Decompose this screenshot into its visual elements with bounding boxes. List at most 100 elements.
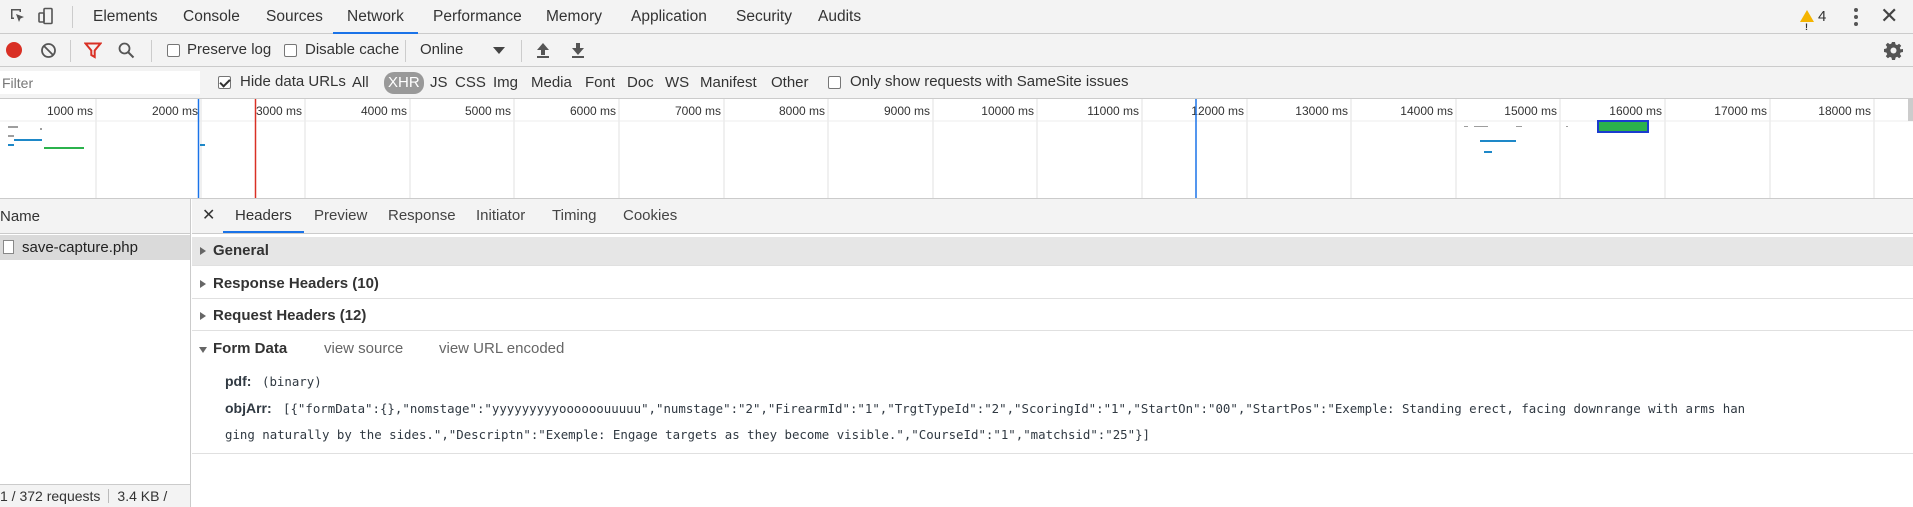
throttling-select[interactable]: Online: [420, 34, 463, 66]
section-title: General: [213, 242, 269, 259]
form-field-key: pdf:: [225, 373, 252, 389]
tab-application[interactable]: Application: [631, 0, 707, 33]
view-url-encoded-link[interactable]: view URL encoded: [439, 335, 564, 363]
search-icon[interactable]: [118, 42, 135, 59]
filter-type-manifest[interactable]: Manifest: [700, 72, 757, 94]
filter-type-css[interactable]: CSS: [455, 72, 486, 94]
tab-network[interactable]: Network: [333, 0, 418, 34]
tick-label: 18000 ms: [1818, 104, 1871, 118]
tab-memory[interactable]: Memory: [546, 0, 602, 33]
expand-arrow-icon: [200, 280, 206, 288]
collapse-arrow-icon: [199, 347, 207, 353]
request-bar: [1516, 126, 1522, 127]
tab-initiator[interactable]: Initiator: [476, 199, 525, 233]
request-row[interactable]: save-capture.php: [0, 235, 190, 260]
request-list: Name save-capture.php 1 / 372 requests 3.…: [0, 199, 191, 507]
filter-bar: Hide data URLs All XHR JS CSS Img Media …: [0, 67, 1913, 99]
filter-type-ws[interactable]: WS: [665, 72, 689, 94]
samesite-checkbox[interactable]: [828, 76, 841, 89]
section-response-headers[interactable]: Response Headers (10): [192, 270, 1913, 298]
record-icon[interactable]: [6, 42, 22, 58]
device-toolbar-icon[interactable]: [37, 7, 55, 25]
filter-type-js[interactable]: JS: [430, 72, 448, 94]
view-source-link[interactable]: view source: [324, 335, 403, 363]
tab-response[interactable]: Response: [388, 199, 456, 233]
warnings-counter[interactable]: 4: [1800, 0, 1827, 44]
tab-cookies[interactable]: Cookies: [623, 199, 677, 233]
inspect-element-icon[interactable]: [9, 7, 27, 25]
tick-label: 17000 ms: [1714, 104, 1767, 118]
disable-cache-checkbox[interactable]: [284, 44, 297, 57]
tab-elements[interactable]: Elements: [93, 0, 158, 33]
section-form-data[interactable]: Form Data view source view URL encoded: [192, 335, 1913, 363]
filter-type-all[interactable]: All: [352, 72, 369, 94]
section-title: Request Headers (12): [213, 307, 367, 324]
network-status-bar: 1 / 372 requests 3.4 KB /: [0, 484, 190, 507]
disable-cache-label[interactable]: Disable cache: [305, 41, 399, 58]
transferred-size: 3.4 KB /: [117, 488, 168, 504]
warnings-count: 4: [1818, 8, 1827, 25]
name-column-header[interactable]: Name: [0, 199, 190, 234]
toolbar-divider: [521, 40, 522, 62]
filter-type-font[interactable]: Font: [585, 72, 615, 94]
network-overview[interactable]: 1000 ms 2000 ms 3000 ms 4000 ms 5000 ms 6000 …: [0, 99, 1913, 199]
tab-performance[interactable]: Performance: [433, 0, 522, 33]
tab-headers[interactable]: Headers: [223, 199, 304, 233]
file-icon: [3, 240, 14, 254]
hide-data-urls-label[interactable]: Hide data URLs: [240, 73, 346, 90]
overview-scrollbar[interactable]: [1908, 99, 1913, 121]
tab-security[interactable]: Security: [736, 0, 792, 33]
clear-icon[interactable]: [40, 42, 57, 59]
more-options-icon[interactable]: [1853, 6, 1859, 28]
divider: [192, 298, 1913, 299]
filter-type-xhr[interactable]: XHR: [384, 72, 424, 94]
preserve-log-label[interactable]: Preserve log: [187, 41, 271, 58]
section-general[interactable]: General: [192, 237, 1913, 265]
toolbar-divider: [151, 40, 152, 62]
filter-type-other[interactable]: Other: [771, 72, 809, 94]
tab-sources[interactable]: Sources: [266, 0, 323, 33]
request-bar: [1474, 126, 1488, 127]
filter-input[interactable]: [0, 71, 200, 94]
request-bar: [8, 144, 14, 146]
expand-arrow-icon: [200, 312, 206, 320]
request-bar: [200, 144, 205, 146]
expand-arrow-icon: [200, 247, 206, 255]
tick-label: 7000 ms: [675, 104, 721, 118]
tick-label: 4000 ms: [361, 104, 407, 118]
section-title: Response Headers (10): [213, 275, 379, 292]
preserve-log-checkbox[interactable]: [167, 44, 180, 57]
form-field-value: [{"formData":{},"nomstage":"yyyyyyyyyooo…: [283, 401, 1746, 416]
tab-preview[interactable]: Preview: [314, 199, 367, 233]
filter-type-img[interactable]: Img: [493, 72, 518, 94]
tab-audits[interactable]: Audits: [818, 0, 861, 33]
filter-icon[interactable]: [84, 42, 102, 59]
export-har-icon[interactable]: [570, 41, 586, 59]
tab-timing[interactable]: Timing: [552, 199, 596, 233]
import-har-icon[interactable]: [535, 41, 551, 59]
tick-label: 11000 ms: [1087, 104, 1139, 118]
settings-gear-icon[interactable]: [1884, 41, 1903, 60]
section-request-headers[interactable]: Request Headers (12): [192, 302, 1913, 330]
divider: [192, 265, 1913, 266]
form-field-key: objArr:: [225, 400, 272, 416]
tick-label: 8000 ms: [779, 104, 825, 118]
close-devtools-icon[interactable]: ✕: [1880, 3, 1898, 29]
hide-data-urls-checkbox[interactable]: [218, 76, 231, 89]
request-bar: [1480, 140, 1516, 142]
filter-type-media[interactable]: Media: [531, 72, 572, 94]
request-bar: [1464, 126, 1468, 127]
request-detail-panel: ✕ Headers Preview Response Initiator Tim…: [192, 199, 1913, 507]
tick-label: 3000 ms: [256, 104, 302, 118]
tab-console[interactable]: Console: [183, 0, 240, 33]
request-name: save-capture.php: [22, 239, 138, 256]
close-detail-icon[interactable]: ✕: [202, 199, 215, 232]
filter-type-doc[interactable]: Doc: [627, 72, 654, 94]
request-bar: [1566, 126, 1568, 127]
samesite-label[interactable]: Only show requests with SameSite issues: [850, 73, 1128, 90]
devtools-tab-bar: Elements Console Sources Network Perform…: [0, 0, 1913, 44]
form-field-value: (binary): [262, 374, 322, 389]
network-toolbar: Preserve log Disable cache Online: [0, 34, 1913, 67]
chevron-down-icon[interactable]: [493, 47, 505, 54]
request-bar: [44, 147, 84, 149]
